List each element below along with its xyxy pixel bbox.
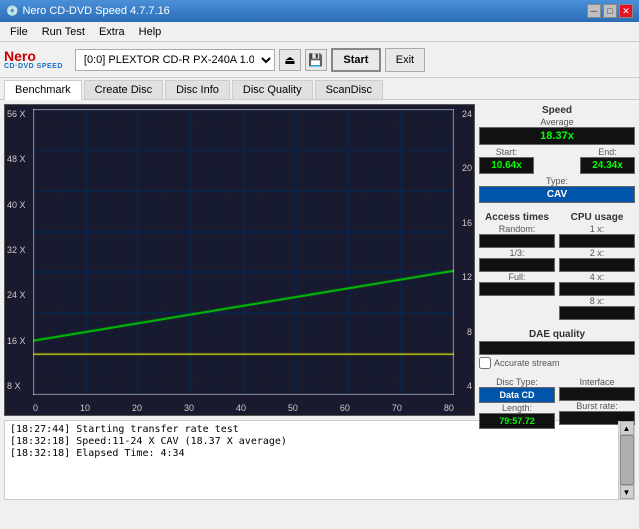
cpu-x1-label: 1 x: — [559, 224, 635, 234]
random-label: Random: — [479, 224, 555, 234]
tab-benchmark[interactable]: Benchmark — [4, 80, 82, 100]
accurate-stream-label: Accurate stream — [494, 358, 560, 368]
menu-run-test[interactable]: Run Test — [36, 24, 91, 40]
log-scrollbar: ▲ ▼ — [618, 421, 634, 499]
accurate-stream-checkbox[interactable] — [479, 357, 491, 369]
accurate-stream-row: Accurate stream — [479, 357, 635, 369]
eject-button[interactable]: ⏏ — [279, 49, 301, 71]
nero-logo: Nero CD·DVD SPEED — [4, 49, 63, 70]
full-value — [479, 282, 555, 296]
full-label: Full: — [479, 272, 555, 282]
dae-value — [479, 341, 635, 355]
access-times-title: Access times — [479, 212, 555, 223]
cpu-x8-value — [559, 306, 635, 320]
onethird-label: 1/3: — [479, 248, 555, 258]
end-label: End: — [580, 147, 635, 157]
log-line-2: [18:32:18] Speed:11-24 X CAV (18.37 X av… — [10, 436, 613, 447]
menu-file[interactable]: File — [4, 24, 34, 40]
log-content: [18:27:44] Starting transfer rate test [… — [5, 421, 618, 499]
cpu-title: CPU usage — [559, 212, 635, 223]
tab-scan-disc[interactable]: ScanDisc — [315, 80, 383, 99]
disc-type-title: Disc Type: — [479, 377, 555, 387]
end-value: 24.34x — [580, 157, 635, 174]
interface-value — [559, 387, 635, 401]
onethird-value — [479, 258, 555, 272]
y-axis-right: 24 20 16 12 8 4 — [454, 105, 474, 395]
interface-title: Interface — [559, 377, 635, 387]
access-times-section: Access times Random: 1/3: Full: — [479, 211, 555, 320]
x-axis: 0 10 20 30 40 50 60 70 80 — [33, 403, 454, 413]
tab-bar: Benchmark Create Disc Disc Info Disc Qua… — [0, 78, 639, 100]
window-title: Nero CD-DVD Speed 4.7.7.16 — [22, 5, 169, 17]
start-value: 10.64x — [479, 157, 534, 174]
cpu-x4-label: 4 x: — [559, 272, 635, 282]
speed-chart — [33, 109, 454, 395]
title-bar-controls: ─ □ ✕ — [587, 4, 633, 18]
scroll-up-button[interactable]: ▲ — [620, 421, 634, 435]
dae-quality-section: DAE quality Accurate stream — [479, 328, 635, 369]
log-line-1: [18:27:44] Starting transfer rate test — [10, 424, 613, 435]
cpu-x4-value — [559, 282, 635, 296]
dae-title: DAE quality — [479, 329, 635, 340]
random-value — [479, 234, 555, 248]
toolbar: Nero CD·DVD SPEED [0:0] PLEXTOR CD-R PX-… — [0, 42, 639, 78]
minimize-button[interactable]: ─ — [587, 4, 601, 18]
log-line-3: [18:32:18] Elapsed Time: 4:34 — [10, 448, 613, 459]
speed-title: Speed — [479, 105, 635, 116]
title-bar: 💿 Nero CD-DVD Speed 4.7.7.16 ─ □ ✕ — [0, 0, 639, 22]
cpu-x8-label: 8 x: — [559, 296, 635, 306]
save-button[interactable]: 💾 — [305, 49, 327, 71]
cpu-x1-value — [559, 234, 635, 248]
tab-disc-quality[interactable]: Disc Quality — [232, 80, 313, 99]
scroll-down-button[interactable]: ▼ — [620, 485, 634, 499]
drive-selector[interactable]: [0:0] PLEXTOR CD-R PX-240A 1.00 — [75, 49, 275, 71]
average-label: Average — [479, 117, 635, 127]
access-cpu-row: Access times Random: 1/3: Full: CPU usag… — [479, 211, 635, 320]
exit-button[interactable]: Exit — [385, 48, 425, 72]
cpu-usage-section: CPU usage 1 x: 2 x: 4 x: 8 x: — [559, 211, 635, 320]
menu-bar: File Run Test Extra Help — [0, 22, 639, 42]
average-value: 18.37x — [479, 127, 635, 145]
cpu-x2-value — [559, 258, 635, 272]
chart-area: 56 X 48 X 40 X 32 X 24 X 16 X 8 X 24 20 … — [4, 104, 475, 416]
start-label: Start: — [479, 147, 534, 157]
type-label: Type: — [479, 176, 635, 186]
tab-disc-info[interactable]: Disc Info — [165, 80, 230, 99]
menu-extra[interactable]: Extra — [93, 24, 131, 40]
scroll-thumb[interactable] — [620, 435, 634, 485]
maximize-button[interactable]: □ — [603, 4, 617, 18]
disc-type-value: Data CD — [479, 387, 555, 403]
title-bar-left: 💿 Nero CD-DVD Speed 4.7.7.16 — [6, 5, 170, 17]
length-label: Length: — [479, 403, 555, 413]
burst-label: Burst rate: — [559, 401, 635, 411]
close-button[interactable]: ✕ — [619, 4, 633, 18]
y-axis-left: 56 X 48 X 40 X 32 X 24 X 16 X 8 X — [5, 105, 33, 395]
nero-text: Nero — [4, 49, 36, 63]
start-button[interactable]: Start — [331, 48, 381, 72]
main-content: 56 X 48 X 40 X 32 X 24 X 16 X 8 X 24 20 … — [0, 100, 639, 420]
cdspeed-text: CD·DVD SPEED — [4, 63, 63, 70]
right-panel: Speed Average 18.37x Start: 10.64x End: … — [479, 100, 639, 420]
log-area: [18:27:44] Starting transfer rate test [… — [4, 420, 635, 500]
cpu-x2-label: 2 x: — [559, 248, 635, 258]
menu-help[interactable]: Help — [133, 24, 168, 40]
type-value: CAV — [479, 186, 635, 203]
tab-create-disc[interactable]: Create Disc — [84, 80, 163, 99]
speed-section: Speed Average 18.37x Start: 10.64x End: … — [479, 104, 635, 203]
